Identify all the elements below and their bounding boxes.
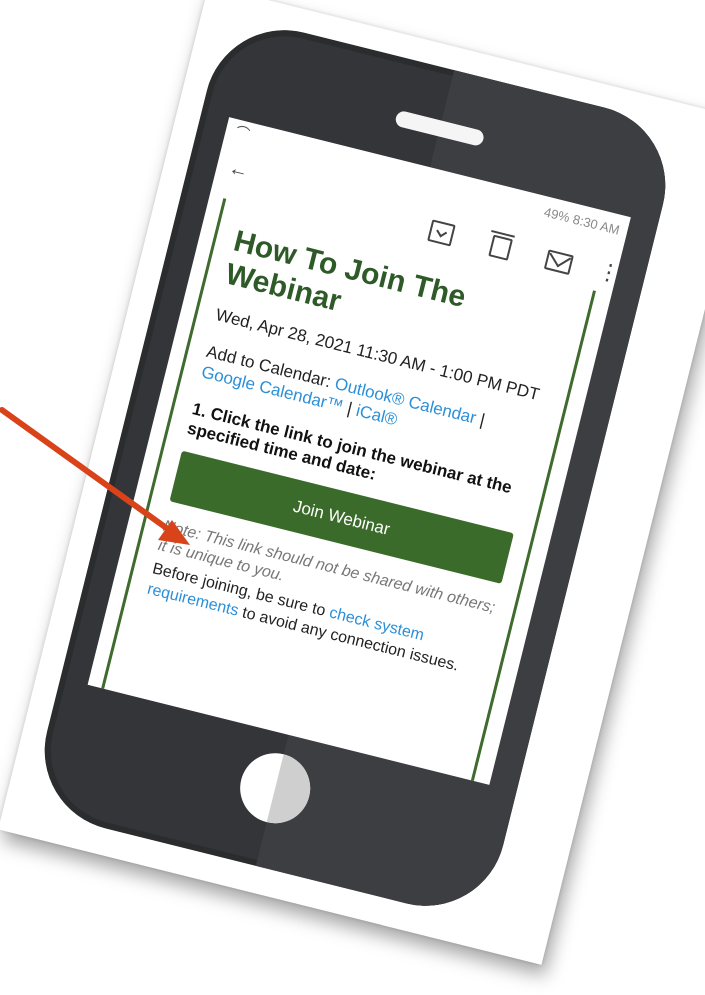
arrow-shaft — [0, 407, 175, 535]
pointer-arrow — [0, 407, 190, 545]
